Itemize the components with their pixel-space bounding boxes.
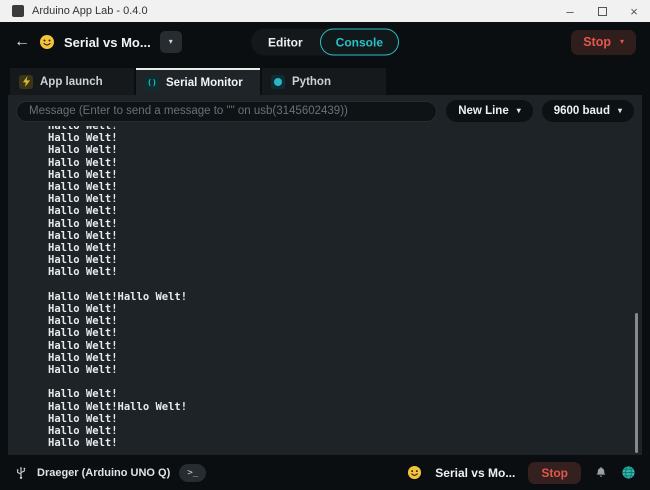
chevron-down-icon: ▾ — [517, 107, 521, 115]
tab-label: Python — [292, 76, 331, 88]
sketch-title: Serial vs Mo... — [64, 35, 151, 50]
maximize-button[interactable] — [586, 0, 618, 22]
editor-button[interactable]: Editor — [251, 35, 320, 49]
console-line: Hallo Welt! — [48, 193, 642, 205]
serial-output: Hallo Welt!Hallo Welt!Hallo Welt!Hallo W… — [8, 126, 642, 449]
tab-serial-monitor[interactable]: () Serial Monitor — [136, 68, 260, 95]
chevron-down-icon: ▾ — [169, 38, 173, 46]
console-line: Hallo Welt! — [48, 230, 642, 242]
board-name: Draeger (Arduino UNO Q) — [37, 467, 170, 479]
running-app-name[interactable]: Serial vs Mo... — [435, 466, 515, 480]
serial-input-row: New Line ▾ 9600 baud ▾ — [8, 95, 642, 122]
editor-console-toggle: Editor Console — [251, 29, 399, 56]
console-line: Hallo Welt! — [48, 242, 642, 254]
baud-rate-dropdown[interactable]: 9600 baud ▾ — [542, 100, 634, 122]
usb-icon — [14, 466, 28, 480]
console-line: Hallo Welt! — [48, 181, 642, 193]
console-line: Hallo Welt! — [48, 352, 642, 364]
baud-rate-value: 9600 baud — [554, 105, 610, 117]
tab-label: App launch — [40, 76, 103, 88]
console-line: Hallo Welt! — [48, 205, 642, 217]
stop-button[interactable]: Stop ▾ — [571, 30, 636, 55]
globe-icon[interactable] — [621, 465, 636, 480]
tab-bar: App launch () Serial Monitor Python — [0, 62, 650, 95]
console-line: Hallo Welt! — [48, 303, 642, 315]
smiley-icon — [39, 34, 55, 50]
console-line: Hallo Welt! — [48, 327, 642, 339]
smiley-icon — [407, 465, 422, 480]
serial-icon: () — [145, 76, 159, 90]
console-line: Hallo Welt! — [48, 315, 642, 327]
console-line: Hallo Welt! — [48, 266, 642, 278]
console-line: Hallo Welt! — [48, 413, 642, 425]
console-line: Hallo Welt! — [48, 169, 642, 181]
back-arrow-icon[interactable]: ← — [14, 34, 30, 50]
window-title: Arduino App Lab - 0.4.0 — [32, 5, 554, 17]
console-line: Hallo Welt! — [48, 144, 642, 156]
tab-python[interactable]: Python — [262, 68, 386, 95]
maximize-icon — [598, 7, 607, 16]
app-logo-icon — [12, 5, 24, 17]
scrollbar-thumb[interactable] — [635, 313, 638, 453]
console-line: Hallo Welt! — [48, 132, 642, 144]
console-line: Hallo Welt! — [48, 254, 642, 266]
status-bar-right: Serial vs Mo... Stop — [407, 462, 636, 484]
console-line: Hallo Welt! — [48, 437, 642, 449]
serial-monitor-panel: New Line ▾ 9600 baud ▾ Hallo Welt!Hallo … — [8, 95, 642, 455]
window-controls: – × — [554, 0, 650, 22]
console-line — [48, 376, 642, 388]
console-line: Hallo Welt! — [48, 340, 642, 352]
console-line: Hallo Welt! — [48, 425, 642, 437]
terminal-button[interactable]: >_ — [179, 464, 206, 482]
view-switcher: Editor Console — [251, 29, 399, 56]
bell-icon[interactable] — [594, 466, 608, 480]
console-line: Hallo Welt!Hallo Welt! — [48, 291, 642, 303]
console-line: Hallo Welt! — [48, 388, 642, 400]
console-line: Hallo Welt! — [48, 218, 642, 230]
python-icon — [271, 75, 285, 89]
console-line: Hallo Welt!Hallo Welt! — [48, 401, 642, 413]
serial-console-view[interactable]: Hallo Welt!Hallo Welt!Hallo Welt!Hallo W… — [8, 126, 642, 455]
tab-app-launch[interactable]: App launch — [10, 68, 134, 95]
status-bar: Draeger (Arduino UNO Q) >_ Serial vs Mo.… — [0, 455, 650, 490]
sketch-dropdown-button[interactable]: ▾ — [160, 31, 182, 53]
status-stop-button[interactable]: Stop — [528, 462, 581, 484]
line-ending-value: New Line — [458, 105, 508, 117]
header-left: ← Serial vs Mo... ▾ — [14, 31, 182, 53]
chevron-down-icon[interactable]: ▾ — [620, 38, 624, 46]
lightning-icon — [19, 75, 33, 89]
chevron-down-icon: ▾ — [618, 107, 622, 115]
line-ending-dropdown[interactable]: New Line ▾ — [446, 100, 533, 122]
os-titlebar: Arduino App Lab - 0.4.0 – × — [0, 0, 650, 22]
console-line: Hallo Welt! — [48, 157, 642, 169]
tab-label: Serial Monitor — [166, 77, 243, 89]
console-line: Hallo Welt! — [48, 364, 642, 376]
console-line — [48, 279, 642, 291]
app-header: ← Serial vs Mo... ▾ Editor Console Stop … — [0, 22, 650, 62]
minimize-button[interactable]: – — [554, 0, 586, 22]
console-button[interactable]: Console — [320, 29, 399, 56]
message-input[interactable] — [16, 101, 437, 122]
stop-button-label: Stop — [583, 35, 611, 49]
close-button[interactable]: × — [618, 0, 650, 22]
